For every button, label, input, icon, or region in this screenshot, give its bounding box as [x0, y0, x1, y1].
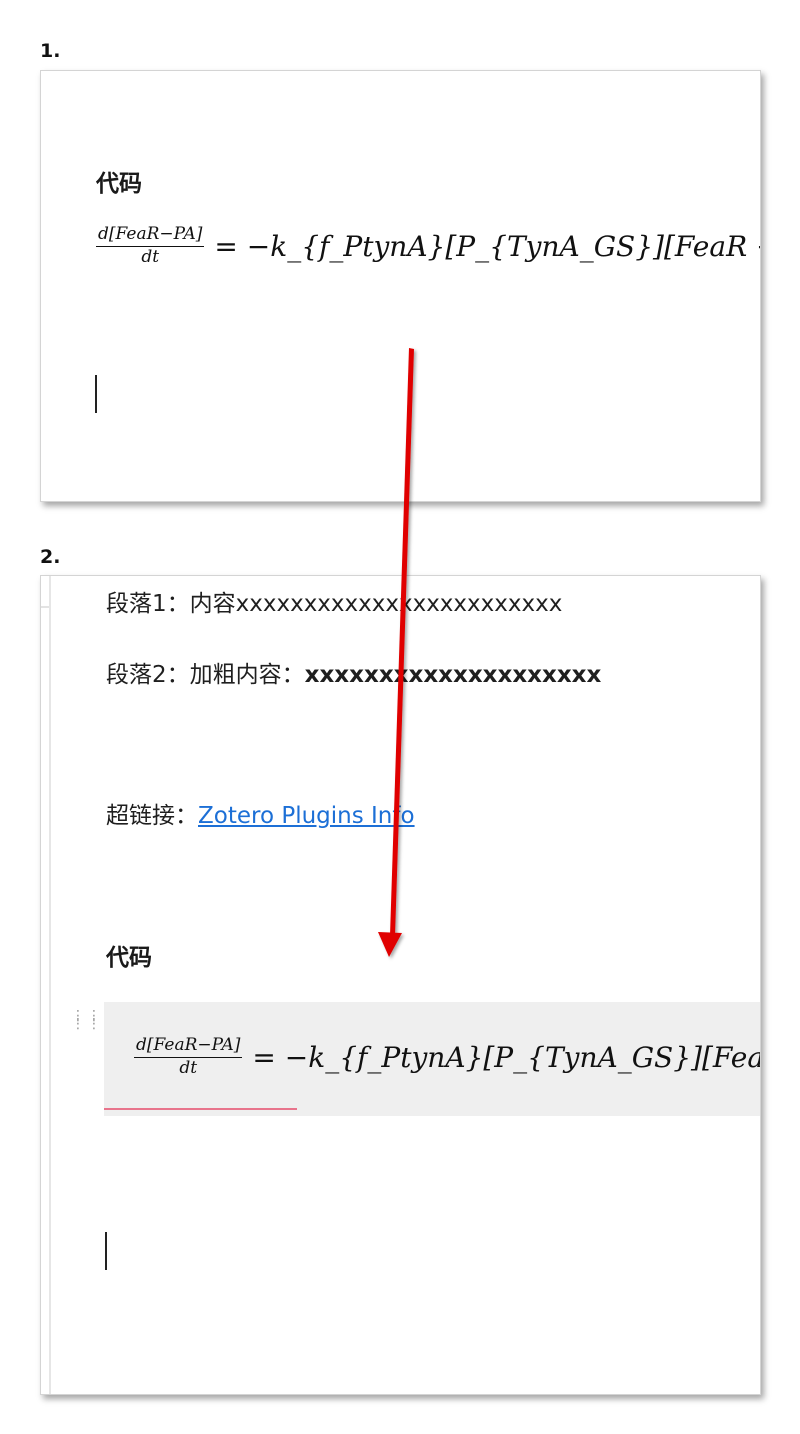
red-arrow-annotation [378, 348, 414, 957]
arrow-head [378, 932, 402, 957]
arrow-shaft [390, 348, 414, 936]
